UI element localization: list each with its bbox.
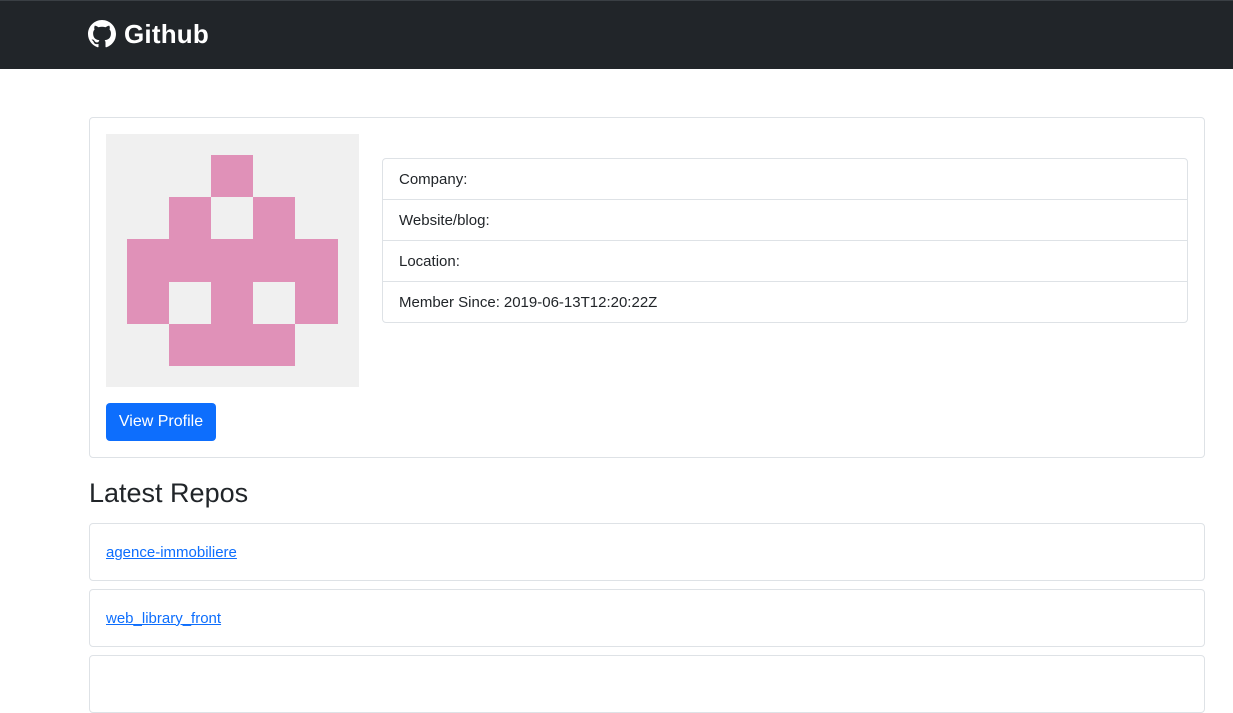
profile-card: Company: Website/blog: Location: Member … [89, 117, 1205, 458]
info-member-since: Member Since: 2019-06-13T12:20:22Z [383, 282, 1187, 323]
identicon-cell [211, 155, 253, 197]
avatar [106, 134, 359, 387]
identicon-image [106, 134, 359, 387]
identicon-cell [127, 239, 338, 282]
brand-label: Github [124, 18, 209, 49]
navbar: Github [0, 0, 1233, 69]
identicon-cell [169, 197, 211, 239]
repo-link[interactable]: agence-immobiliere [106, 544, 237, 561]
latest-repos-heading: Latest Repos [89, 478, 249, 508]
repo-card [89, 655, 1205, 713]
identicon-cell [295, 282, 338, 324]
info-label: Company: [399, 170, 468, 188]
identicon-cell [211, 282, 253, 324]
info-value: 2019-06-13T12:20:22Z [503, 294, 658, 311]
info-label: Website/blog: [399, 211, 490, 229]
github-icon [88, 20, 116, 48]
repo-card: web_library_front [89, 589, 1205, 647]
view-profile-button[interactable]: View Profile [106, 403, 216, 441]
repo-link[interactable]: web_library_front [106, 610, 221, 627]
brand-link[interactable]: Github [88, 17, 209, 51]
info-label: Location: [399, 252, 460, 270]
identicon-cell [127, 282, 169, 324]
info-website: Website/blog: [383, 200, 1187, 241]
info-company: Company: [383, 159, 1187, 200]
identicon-cell [169, 324, 295, 366]
info-label: Member Since: [399, 294, 500, 311]
repo-card: agence-immobiliere [89, 523, 1205, 581]
info-location: Location: [383, 241, 1187, 282]
identicon-cell [253, 197, 295, 239]
profile-info-list: Company: Website/blog: Location: Member … [382, 158, 1188, 323]
